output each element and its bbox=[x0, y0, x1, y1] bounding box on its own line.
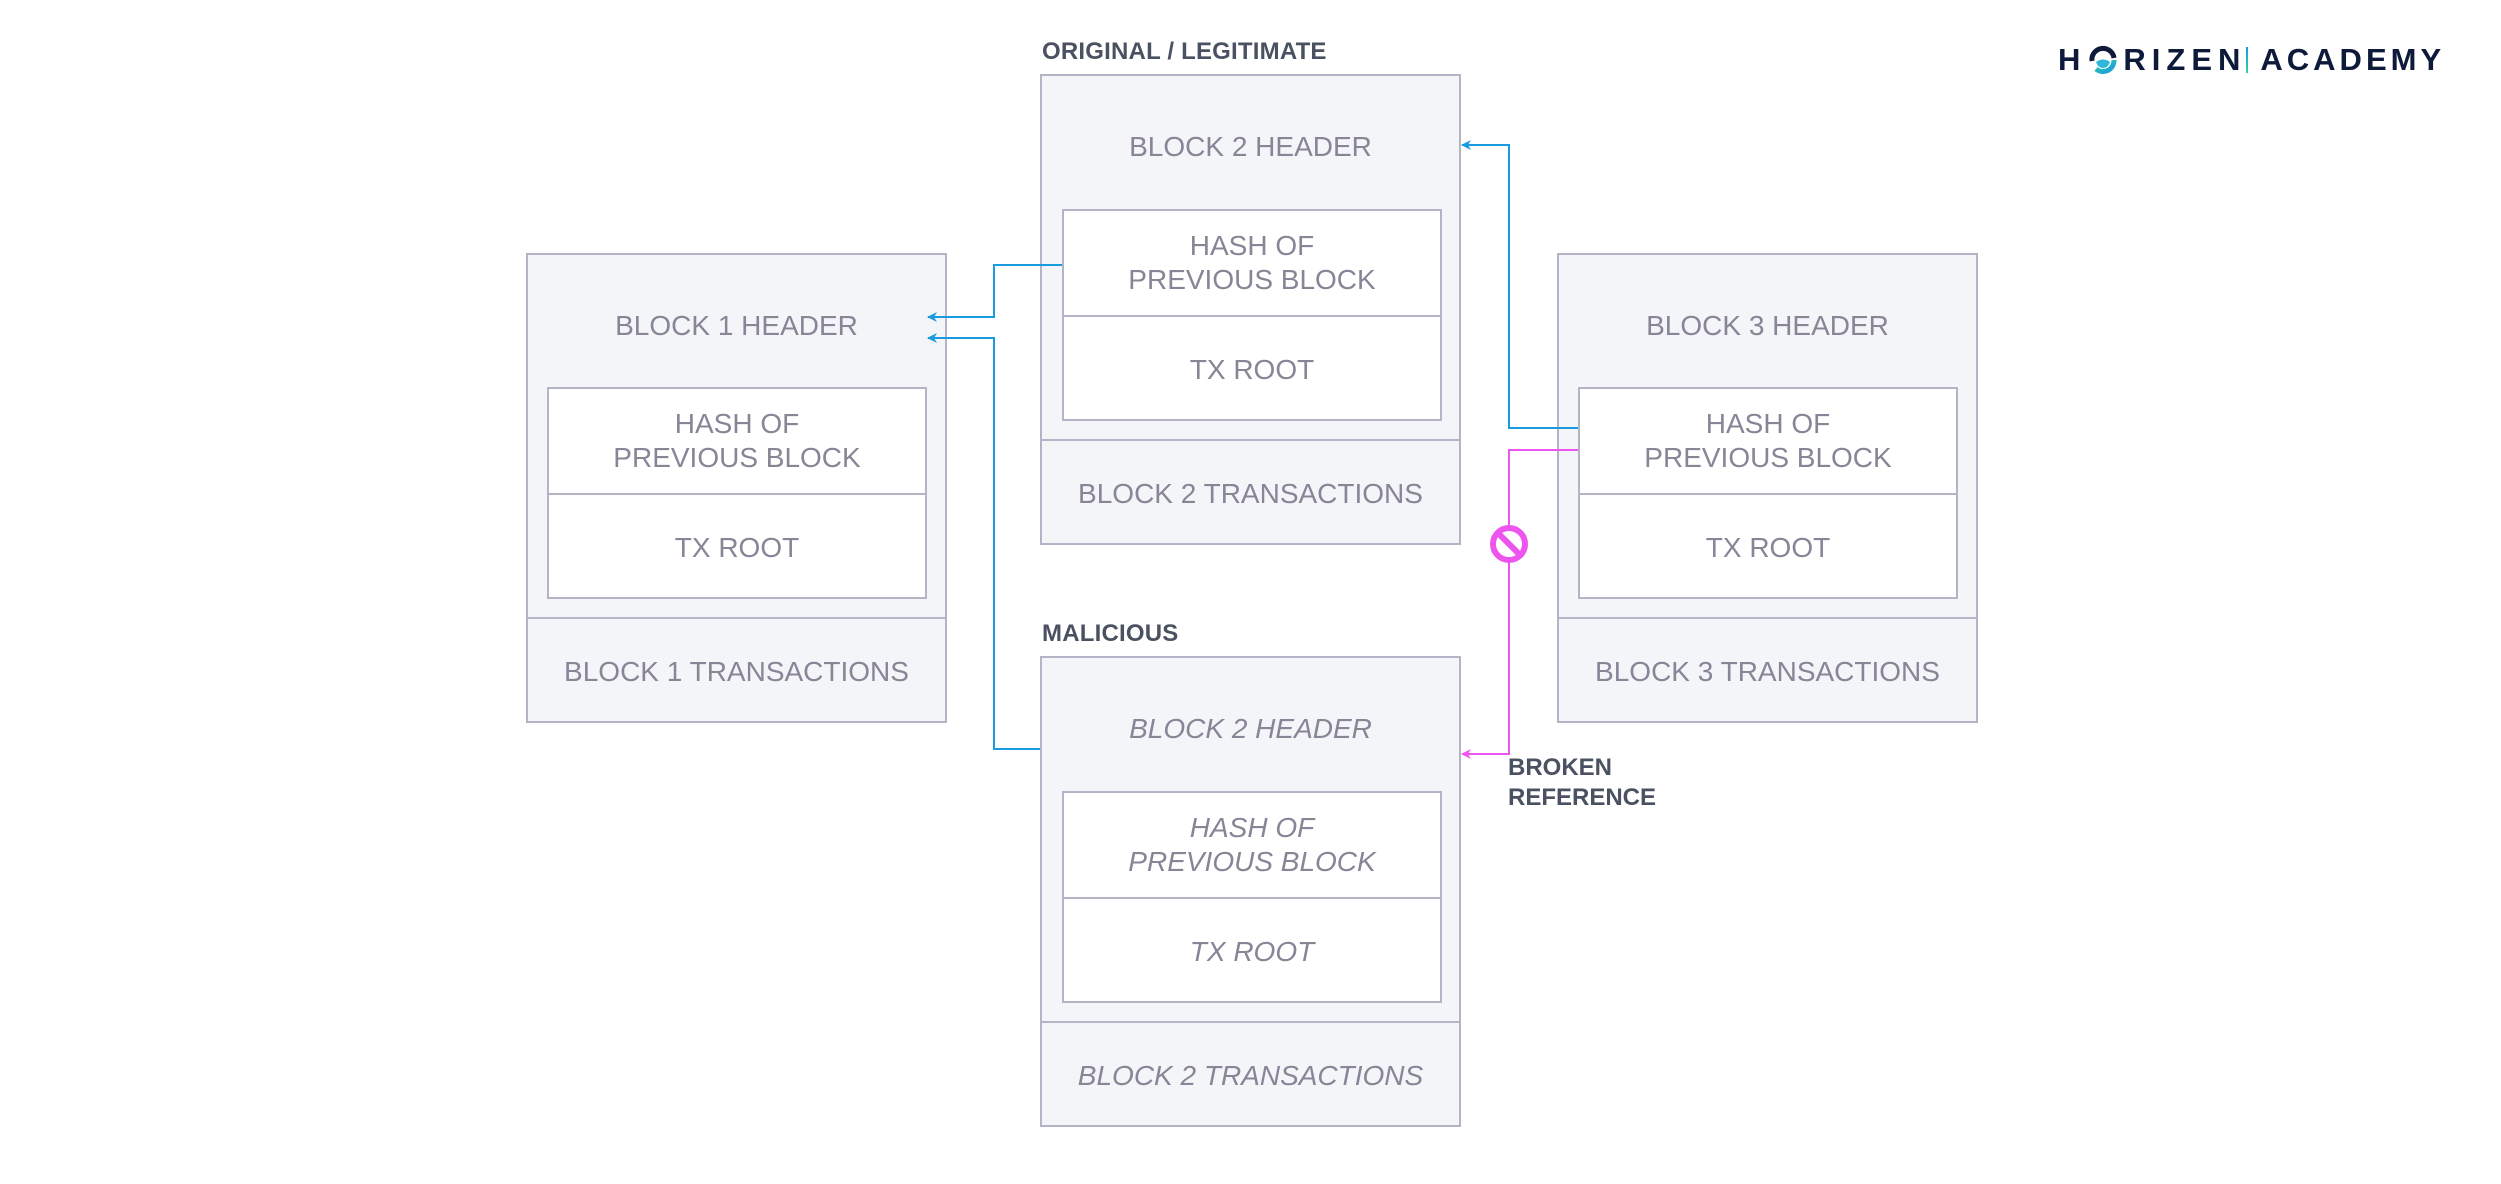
link-block2-to-block1 bbox=[927, 264, 1062, 322]
link-malicious-block2-to-block1 bbox=[927, 333, 1040, 750]
link-block3-to-malicious-block2-broken bbox=[1461, 449, 1578, 759]
link-block3-to-block2 bbox=[1461, 140, 1578, 429]
broken-link-stop-icon bbox=[1490, 525, 1528, 563]
reference-links bbox=[927, 140, 1578, 759]
